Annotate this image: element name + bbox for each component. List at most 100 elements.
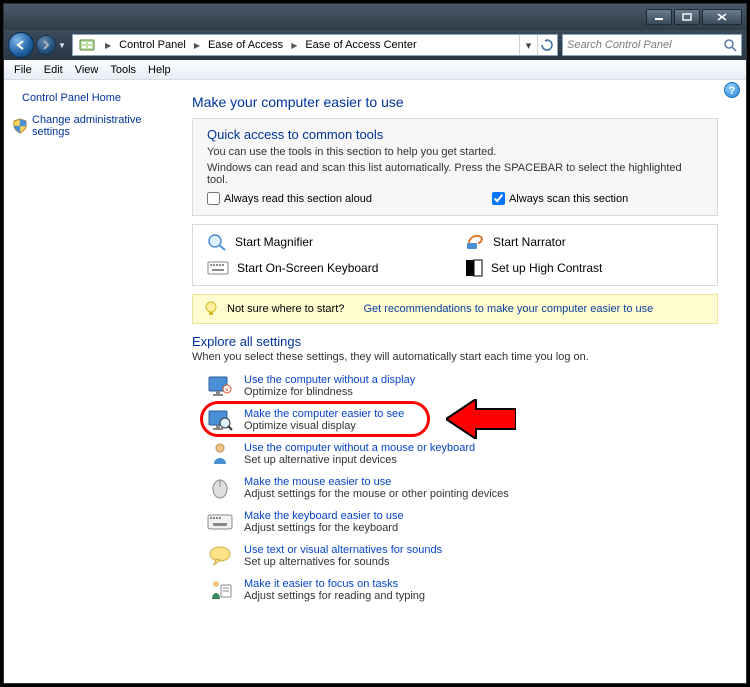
speech-bubble-icon <box>208 546 232 566</box>
tool-osk-label: Start On-Screen Keyboard <box>237 261 378 275</box>
setting-desc: Optimize visual display <box>244 420 404 432</box>
hint-text: Not sure where to start? <box>227 303 344 315</box>
breadcrumb-2[interactable]: Ease of Access Center <box>303 39 418 51</box>
sidebar: Control Panel Home Change administrative… <box>4 80 182 683</box>
close-icon <box>717 13 727 21</box>
chevron-right-icon: ▶ <box>99 41 117 50</box>
shield-icon <box>12 118 28 134</box>
setting-desc: Adjust settings for reading and typing <box>244 590 425 602</box>
search-icon <box>723 38 737 52</box>
setting-link[interactable]: Make it easier to focus on tasks <box>244 578 425 590</box>
menu-edit[interactable]: Edit <box>38 62 69 78</box>
chevron-right-icon: ▶ <box>285 41 303 50</box>
setting-desc: Optimize for blindness <box>244 386 415 398</box>
chk-scan-section[interactable]: Always scan this section <box>492 192 628 205</box>
nav-history-dropdown[interactable]: ▼ <box>58 41 68 50</box>
arrow-right-icon <box>41 40 51 50</box>
setting-no-mouse-keyboard[interactable]: Use the computer without a mouse or keyb… <box>206 439 718 469</box>
setting-link[interactable]: Make the mouse easier to use <box>244 476 509 488</box>
menu-help[interactable]: Help <box>142 62 177 78</box>
keyboard-icon <box>207 514 233 530</box>
sidebar-admin-label: Change administrative settings <box>32 114 174 138</box>
nav-forward-button[interactable] <box>36 35 56 55</box>
tool-high-contrast-label: Set up High Contrast <box>491 261 602 275</box>
maximize-button[interactable] <box>674 9 700 25</box>
person-reading-icon <box>207 579 233 601</box>
setting-desc: Set up alternative input devices <box>244 454 475 466</box>
chk-read-aloud-box[interactable] <box>207 192 220 205</box>
setting-focus-tasks[interactable]: Make it easier to focus on tasks Adjust … <box>206 575 718 605</box>
menu-bar: File Edit View Tools Help <box>4 60 746 80</box>
settings-list: ✕ Use the computer without a display Opt… <box>206 371 718 605</box>
nav-back-button[interactable] <box>8 32 34 58</box>
setting-mouse-easier[interactable]: Make the mouse easier to use Adjust sett… <box>206 473 718 503</box>
menu-view[interactable]: View <box>69 62 105 78</box>
setting-desc: Adjust settings for the keyboard <box>244 522 404 534</box>
person-icon <box>208 442 232 466</box>
minimize-icon <box>654 13 664 21</box>
tool-magnifier[interactable]: Start Magnifier <box>207 233 445 251</box>
body: ? Control Panel Home Change administrati… <box>4 80 746 683</box>
menu-tools[interactable]: Tools <box>104 62 142 78</box>
breadcrumb-0[interactable]: Control Panel <box>117 39 188 51</box>
hint-bar: Not sure where to start? Get recommendat… <box>192 294 718 324</box>
setting-easier-to-see[interactable]: Make the computer easier to see Optimize… <box>206 405 718 435</box>
setting-keyboard-easier[interactable]: Make the keyboard easier to use Adjust s… <box>206 507 718 537</box>
tool-magnifier-label: Start Magnifier <box>235 235 313 249</box>
tool-narrator[interactable]: Start Narrator <box>465 233 703 251</box>
setting-link[interactable]: Use text or visual alternatives for soun… <box>244 544 442 556</box>
setting-link[interactable]: Make the computer easier to see <box>244 408 404 420</box>
narrator-icon <box>465 233 485 251</box>
maximize-icon <box>682 13 692 21</box>
explore-sub: When you select these settings, they wil… <box>192 351 718 363</box>
minimize-button[interactable] <box>646 9 672 25</box>
tool-narrator-label: Start Narrator <box>493 235 566 249</box>
address-bar[interactable]: ▶ Control Panel ▶ Ease of Access ▶ Ease … <box>72 34 558 56</box>
magnifier-icon <box>207 233 227 251</box>
monitor-off-icon: ✕ <box>207 375 233 397</box>
tools-box: Start Magnifier Start Narrator <box>192 224 718 286</box>
callout-arrow-icon <box>446 399 516 439</box>
close-button[interactable] <box>702 9 742 25</box>
contrast-icon <box>465 259 483 277</box>
chevron-right-icon: ▶ <box>188 41 206 50</box>
quick-access-note: Windows can read and scan this list auto… <box>207 162 703 186</box>
address-dropdown[interactable]: ▾ <box>519 35 537 55</box>
setting-no-display[interactable]: ✕ Use the computer without a display Opt… <box>206 371 718 401</box>
lightbulb-icon <box>203 301 219 317</box>
setting-link[interactable]: Use the computer without a display <box>244 374 415 386</box>
main-heading: Make your computer easier to use <box>192 94 718 110</box>
mouse-icon <box>208 477 232 499</box>
svg-text:✕: ✕ <box>224 388 229 394</box>
sidebar-home-link[interactable]: Control Panel Home <box>10 88 176 108</box>
quick-access-sub: You can use the tools in this section to… <box>207 146 703 158</box>
chk-scan-section-box[interactable] <box>492 192 505 205</box>
setting-link[interactable]: Use the computer without a mouse or keyb… <box>244 442 475 454</box>
chk-scan-section-label: Always scan this section <box>509 193 628 205</box>
quick-access-panel: Quick access to common tools You can use… <box>192 118 718 216</box>
sidebar-admin-link[interactable]: Change administrative settings <box>10 108 176 144</box>
quick-access-title: Quick access to common tools <box>207 127 703 142</box>
refresh-icon <box>541 39 553 51</box>
setting-desc: Set up alternatives for sounds <box>244 556 442 568</box>
chk-read-aloud-label: Always read this section aloud <box>224 193 372 205</box>
setting-sounds-alternatives[interactable]: Use text or visual alternatives for soun… <box>206 541 718 571</box>
control-panel-icon <box>79 37 95 53</box>
arrow-left-icon <box>15 39 27 51</box>
setting-link[interactable]: Make the keyboard easier to use <box>244 510 404 522</box>
keyboard-icon <box>207 261 229 275</box>
hint-link[interactable]: Get recommendations to make your compute… <box>363 303 653 315</box>
chk-read-aloud[interactable]: Always read this section aloud <box>207 192 372 205</box>
breadcrumb-1[interactable]: Ease of Access <box>206 39 285 51</box>
monitor-magnify-icon <box>207 409 233 431</box>
setting-desc: Adjust settings for the mouse or other p… <box>244 488 509 500</box>
explore-heading: Explore all settings <box>192 334 718 349</box>
refresh-button[interactable] <box>537 35 555 55</box>
menu-file[interactable]: File <box>8 62 38 78</box>
main-content: Make your computer easier to use Quick a… <box>182 80 746 683</box>
nav-row: ▼ ▶ Control Panel ▶ Ease of Access ▶ Eas… <box>4 30 746 60</box>
tool-osk[interactable]: Start On-Screen Keyboard <box>207 259 445 277</box>
tool-high-contrast[interactable]: Set up High Contrast <box>465 259 703 277</box>
search-input[interactable]: Search Control Panel <box>562 34 742 56</box>
titlebar <box>4 4 746 30</box>
